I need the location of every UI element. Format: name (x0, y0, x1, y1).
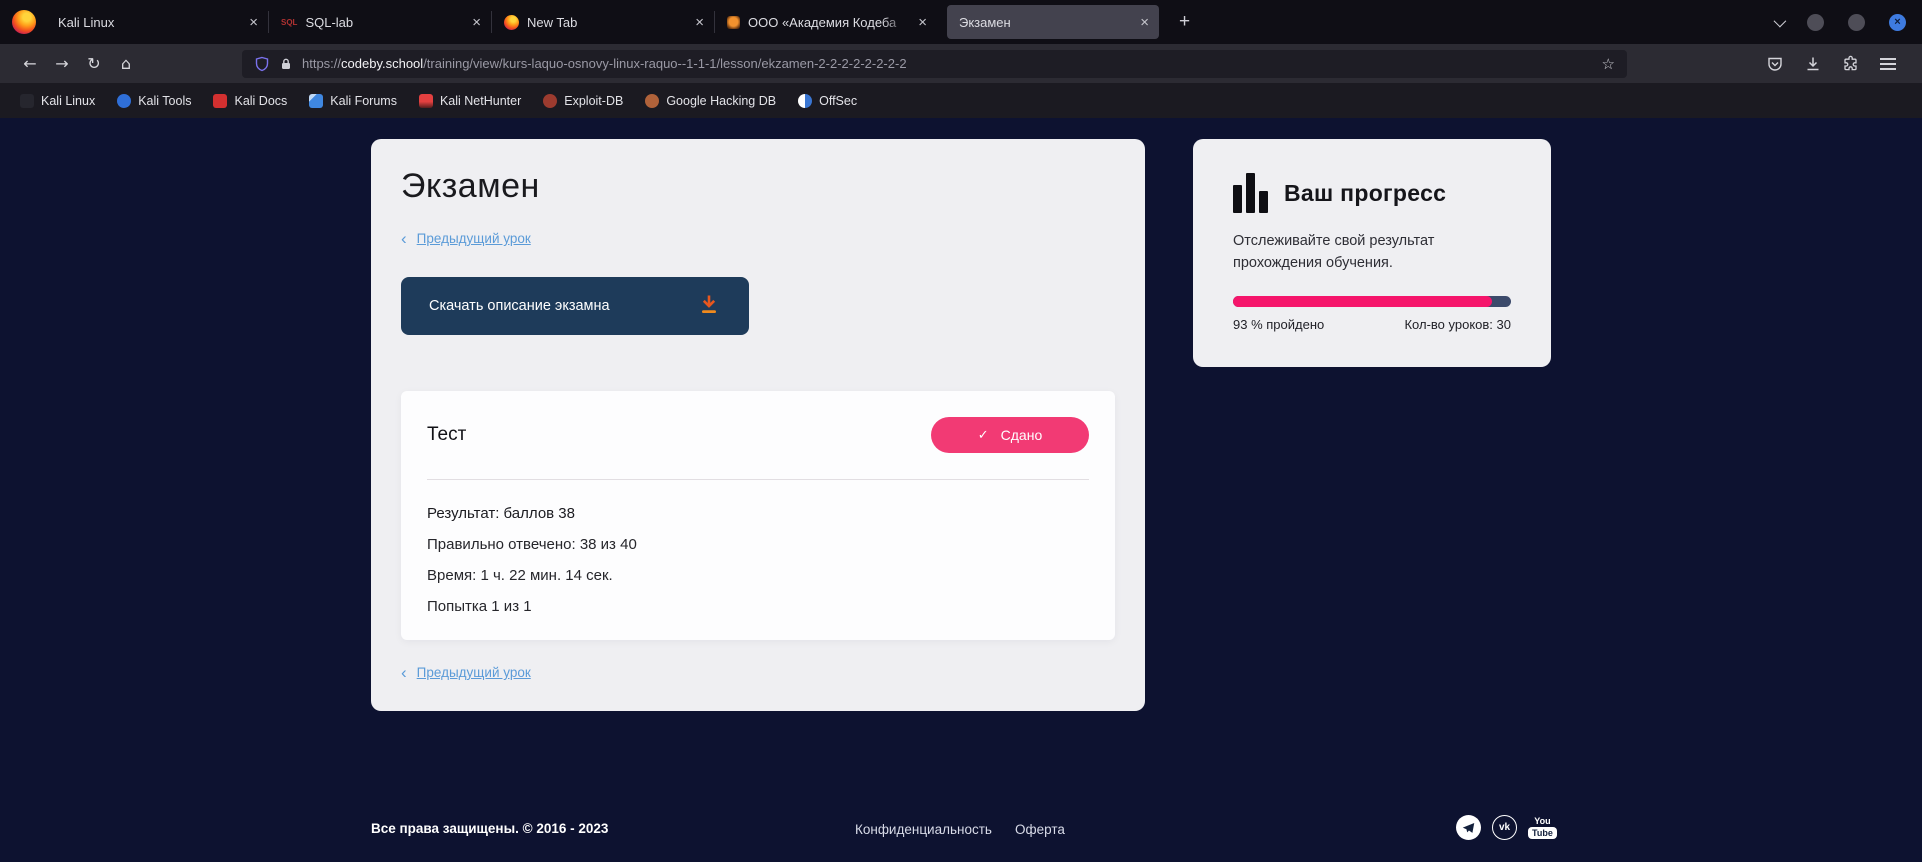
window-close-button[interactable]: × (1889, 14, 1906, 31)
chevron-left-icon: ‹ (401, 664, 407, 681)
telegram-icon[interactable] (1456, 815, 1481, 840)
back-button[interactable]: ← (14, 49, 46, 79)
home-button[interactable]: ⌂ (110, 49, 142, 79)
progress-card: Ваш прогресс Отслеживайте свой результат… (1193, 139, 1551, 367)
bookmark-offsec[interactable]: OffSec (790, 91, 865, 111)
status-badge-passed[interactable]: ✓ Сдано (931, 417, 1089, 453)
test-result-line: Результат: баллов 38 (427, 505, 1089, 523)
tab-sql-lab[interactable]: SQL SQL-lab × (269, 0, 491, 44)
progress-percent-label: 93 % пройдено (1233, 317, 1324, 332)
progress-title: Ваш прогресс (1284, 180, 1446, 207)
test-result-line: Правильно отвечено: 38 из 40 (427, 536, 1089, 554)
privacy-link[interactable]: Конфиденциальность (855, 822, 992, 837)
previous-lesson-link-bottom[interactable]: ‹ Предыдущий урок (401, 664, 531, 681)
bookmark-kali-nethunter[interactable]: Kali NetHunter (411, 91, 529, 111)
window-maximize-button[interactable] (1848, 14, 1865, 31)
close-icon[interactable]: × (695, 15, 704, 30)
bookmark-kali-forums[interactable]: Kali Forums (301, 91, 405, 111)
window-minimize-button[interactable] (1807, 14, 1824, 31)
page-content: Экзамен ‹ Предыдущий урок Скачать описан… (0, 118, 1922, 859)
url-bar[interactable]: https://codeby.school/training/view/kurs… (242, 50, 1627, 78)
bookmark-kali-tools[interactable]: Kali Tools (109, 91, 199, 111)
page-footer: Все права защищены. © 2016 - 2023 Конфид… (0, 818, 1922, 862)
downloads-icon[interactable] (1804, 55, 1822, 73)
tab-kali-linux[interactable]: Kali Linux × (46, 0, 268, 44)
divider (427, 479, 1089, 480)
forward-button[interactable]: → (46, 49, 78, 79)
close-icon[interactable]: × (918, 15, 927, 30)
progress-subtitle: Отслеживайте свой результат прохождения … (1233, 230, 1508, 274)
close-icon[interactable]: × (249, 15, 258, 30)
previous-lesson-link-top[interactable]: ‹ Предыдущий урок (401, 230, 531, 247)
reload-button[interactable]: ↻ (78, 49, 110, 79)
bar-chart-icon (1233, 173, 1268, 213)
copyright-text: Все права защищены. © 2016 - 2023 (371, 821, 608, 836)
extensions-puzzle-icon[interactable] (1842, 55, 1860, 73)
tab-new-tab[interactable]: New Tab × (492, 0, 714, 44)
url-text[interactable]: https://codeby.school/training/view/kurs… (302, 56, 907, 71)
offsec-favicon (798, 94, 812, 108)
tab-title: ООО «Академия Кодеба (748, 15, 912, 30)
bookmark-exploit-db[interactable]: Exploit-DB (535, 91, 631, 111)
kali-docs-favicon (213, 94, 227, 108)
offer-link[interactable]: Оферта (1015, 822, 1065, 837)
google-hacking-db-favicon (645, 94, 659, 108)
download-exam-description-button[interactable]: Скачать описание экзамна (401, 277, 749, 335)
page-title: Экзамен (401, 167, 1115, 206)
exploit-db-favicon (543, 94, 557, 108)
chevron-left-icon: ‹ (401, 230, 407, 247)
vk-icon[interactable]: vk (1492, 815, 1517, 840)
test-result-line: Попытка 1 из 1 (427, 598, 1089, 616)
check-icon: ✓ (978, 428, 989, 443)
close-icon[interactable]: × (472, 15, 481, 30)
tab-title: Экзамен (959, 15, 1134, 30)
firefox-favicon (504, 15, 519, 30)
exam-card: Экзамен ‹ Предыдущий урок Скачать описан… (371, 139, 1145, 711)
list-all-tabs-chevron-icon[interactable] (1774, 14, 1787, 27)
bookmark-star-icon[interactable]: ☆ (1602, 55, 1615, 73)
bookmark-google-hacking-db[interactable]: Google Hacking DB (637, 91, 784, 111)
bookmark-kali-docs[interactable]: Kali Docs (205, 91, 295, 111)
menu-hamburger-icon[interactable] (1880, 58, 1896, 70)
progress-bar-fill (1233, 296, 1492, 307)
close-icon[interactable]: × (1140, 15, 1149, 30)
kali-nethunter-favicon (419, 94, 433, 108)
kali-linux-favicon (20, 94, 34, 108)
new-tab-button[interactable]: + (1179, 11, 1190, 33)
tab-title: Kali Linux (58, 15, 243, 30)
pocket-icon[interactable] (1766, 55, 1784, 73)
bookmarks-toolbar: Kali Linux Kali Tools Kali Docs Kali For… (0, 83, 1922, 118)
progress-bar (1233, 296, 1511, 307)
tab-codeby-academy[interactable]: ООО «Академия Кодеба × (715, 0, 937, 44)
download-icon (697, 292, 721, 320)
tracking-protection-shield-icon[interactable] (254, 56, 270, 72)
test-title: Тест (427, 424, 466, 446)
tab-title: New Tab (527, 15, 689, 30)
lessons-count-label: Кол-во уроков: 30 (1404, 317, 1511, 332)
codeby-favicon (727, 16, 740, 29)
lock-icon[interactable] (279, 57, 293, 71)
sql-lab-favicon: SQL (281, 18, 297, 27)
test-result-line: Время: 1 ч. 22 мин. 14 сек. (427, 567, 1089, 585)
tab-bar: Kali Linux × SQL SQL-lab × New Tab × ООО… (0, 0, 1922, 44)
navigation-toolbar: ← → ↻ ⌂ https://codeby.school/training/v… (0, 44, 1922, 83)
firefox-logo-icon (12, 10, 36, 34)
bookmark-kali-linux[interactable]: Kali Linux (12, 91, 103, 111)
kali-forums-favicon (309, 94, 323, 108)
tab-ekzamen-active[interactable]: Экзамен × (947, 5, 1159, 39)
test-result-card: Тест ✓ Сдано Результат: баллов 38 Правил… (401, 391, 1115, 640)
kali-tools-favicon (117, 94, 131, 108)
tab-title: SQL-lab (305, 15, 466, 30)
youtube-icon[interactable]: You Tube (1528, 817, 1557, 839)
